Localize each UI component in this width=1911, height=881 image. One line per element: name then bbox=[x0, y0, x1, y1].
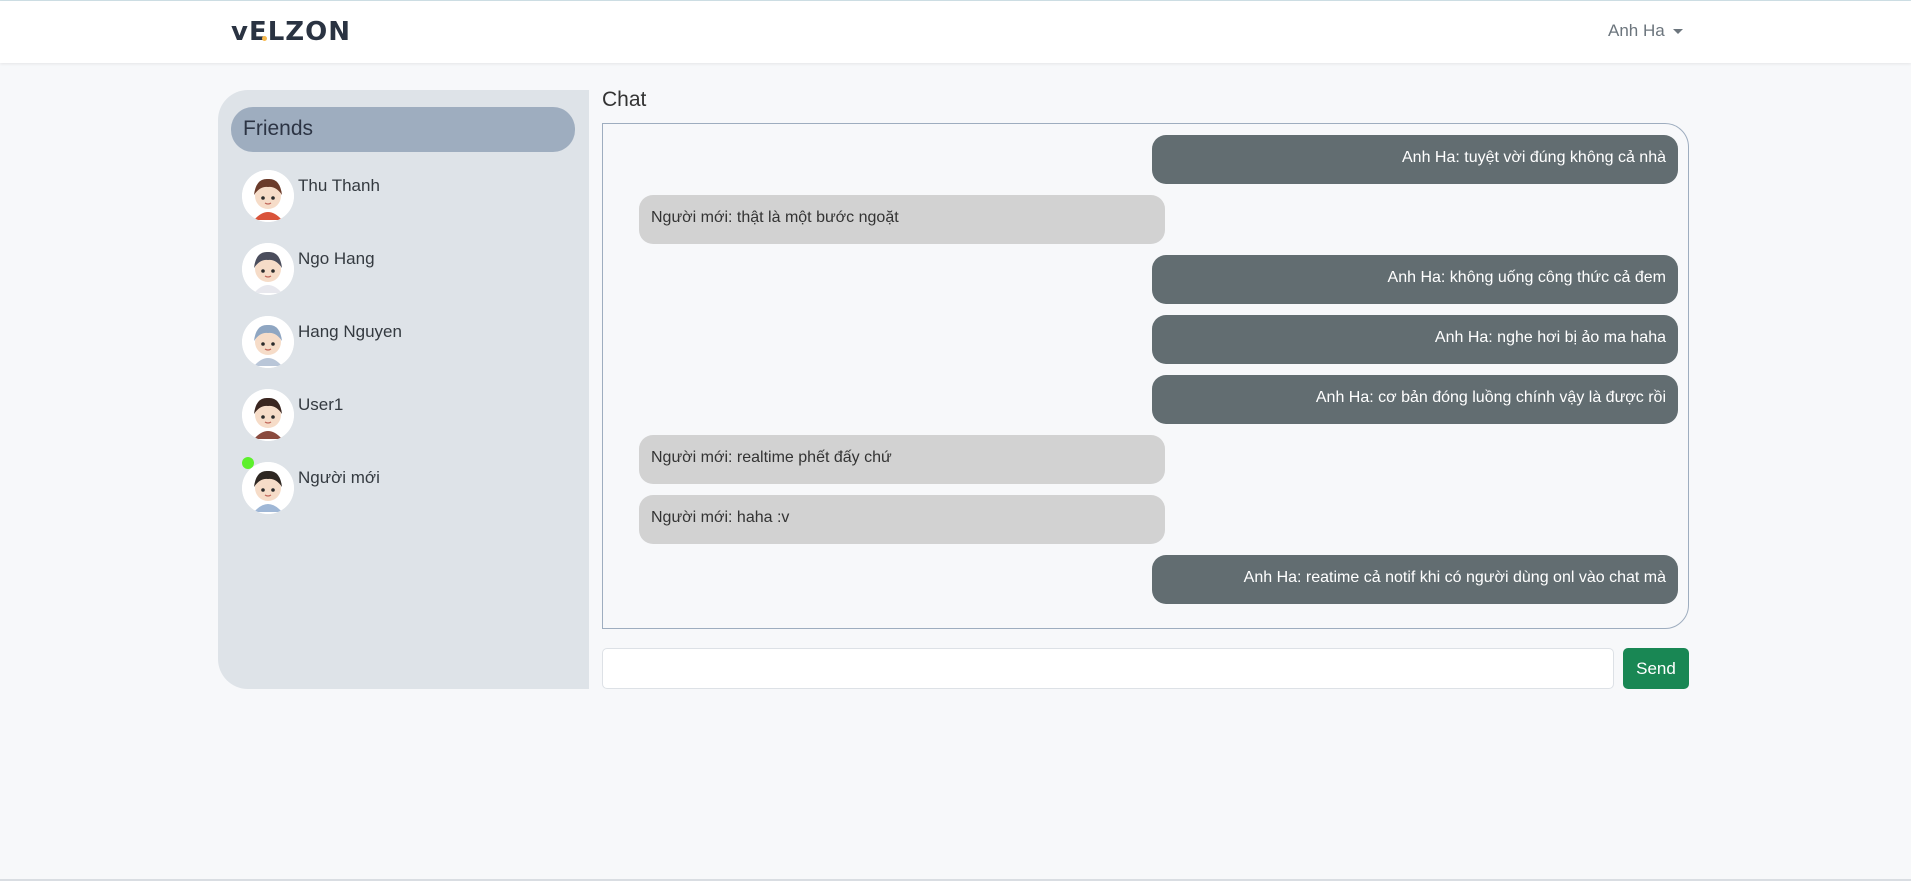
friend-name: Người mới bbox=[298, 468, 380, 487]
send-button[interactable]: Send bbox=[1623, 648, 1689, 689]
avatar bbox=[242, 462, 294, 514]
avatar bbox=[242, 316, 294, 368]
sent-message: Anh Ha: không uống công thức cả đem bbox=[1152, 255, 1678, 304]
received-message: Người mới: haha :v bbox=[639, 495, 1165, 544]
friends-header: Friends bbox=[231, 107, 575, 152]
sent-message: Anh Ha: cơ bản đóng luồng chính vậy là đ… bbox=[1152, 375, 1678, 424]
message-input[interactable] bbox=[602, 648, 1614, 689]
navbar: vELZON Anh Ha bbox=[0, 1, 1911, 63]
friend-name: Thu Thanh bbox=[298, 176, 380, 195]
friend-item[interactable]: Hang Nguyen bbox=[242, 316, 562, 372]
friend-name: Hang Nguyen bbox=[298, 322, 402, 341]
friend-name: User1 bbox=[298, 395, 344, 414]
friend-item[interactable]: User1 bbox=[242, 389, 562, 445]
user-name: Anh Ha bbox=[1608, 21, 1665, 40]
sent-message: Anh Ha: tuyệt vời đúng không cả nhà bbox=[1152, 135, 1678, 184]
logo-dot bbox=[262, 36, 267, 41]
app-logo[interactable]: vELZON bbox=[231, 17, 351, 47]
received-message: Người mới: realtime phết đấy chứ bbox=[639, 435, 1165, 484]
user-menu-dropdown[interactable]: Anh Ha bbox=[1608, 21, 1683, 41]
chevron-down-icon bbox=[1672, 28, 1683, 34]
avatar bbox=[242, 389, 294, 441]
friend-name: Ngo Hang bbox=[298, 249, 375, 268]
received-message: Người mới: thật là một bước ngoặt bbox=[639, 195, 1165, 244]
sent-message: Anh Ha: nghe hơi bị ảo ma haha bbox=[1152, 315, 1678, 364]
friend-item[interactable]: Người mới bbox=[242, 457, 562, 518]
sent-message: Anh Ha: reatime cả notif khi có người dù… bbox=[1152, 555, 1678, 604]
avatar bbox=[242, 170, 294, 222]
online-status-indicator bbox=[242, 457, 254, 469]
friends-sidebar: Friends Thu Thanh Ngo Hang Hang Nguyen User… bbox=[218, 90, 589, 689]
avatar bbox=[242, 243, 294, 295]
chat-title: Chat bbox=[602, 88, 647, 111]
friend-item[interactable]: Ngo Hang bbox=[242, 243, 562, 299]
friend-item[interactable]: Thu Thanh bbox=[242, 170, 562, 226]
chat-messages[interactable]: Anh Ha: tuyệt vời đúng không cả nhà Người… bbox=[602, 123, 1689, 629]
